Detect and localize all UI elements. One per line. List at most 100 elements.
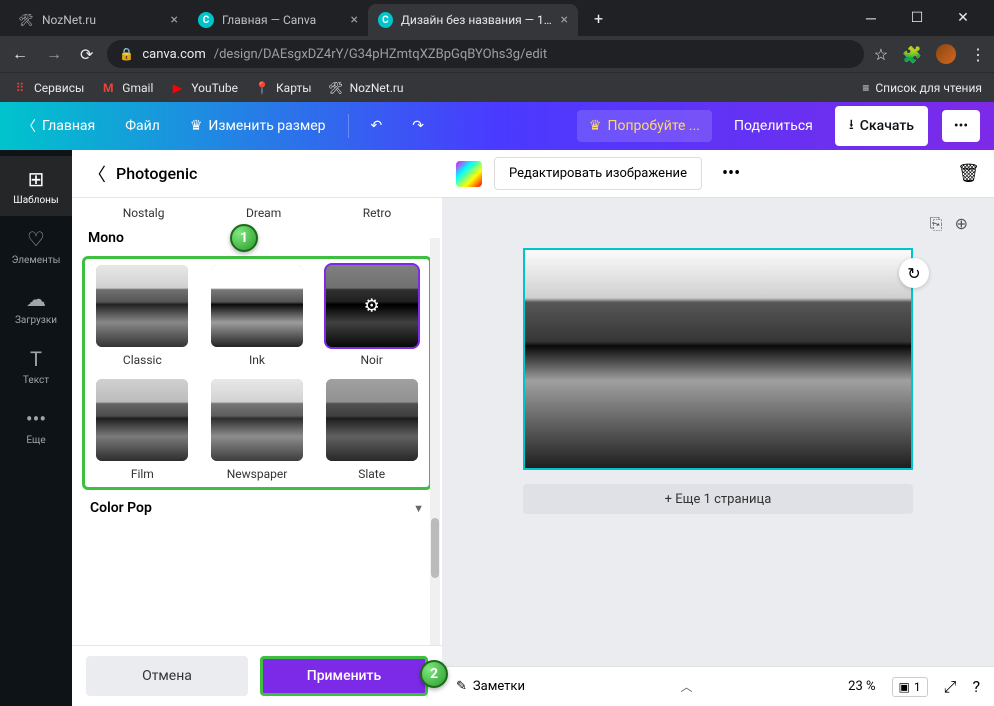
filter-noir[interactable]: ⚙ Noir: [320, 265, 423, 367]
filter-classic[interactable]: Classic: [91, 265, 194, 367]
list-icon: ≡: [862, 81, 869, 95]
share-button[interactable]: Поделиться: [726, 112, 821, 140]
crown-icon: ♛: [589, 118, 602, 134]
reload-button[interactable]: ⟳: [76, 41, 97, 68]
separator: [348, 114, 349, 138]
close-icon[interactable]: ×: [351, 12, 358, 28]
cloud-icon: ☁: [26, 287, 46, 311]
bookmark-apps[interactable]: ⠿ Сервисы: [12, 80, 84, 96]
chevron-up-icon[interactable]: ︿: [681, 678, 693, 695]
browser-addrbar: ← → ⟳ 🔒 canva.com/design/DAEsgxDZ4rY/G34…: [0, 36, 994, 72]
duplicate-page-icon[interactable]: ⎘: [930, 214, 943, 234]
tab-title: Главная — Canva: [222, 13, 316, 27]
pencil-icon: ✎: [456, 679, 467, 694]
filter-label: Retro: [363, 206, 391, 220]
canva-icon: C: [198, 12, 214, 28]
try-pro-button[interactable]: ♛ Попробуйте ...: [577, 110, 712, 142]
tab-title: NozNet.ru: [42, 13, 96, 27]
add-page-button[interactable]: + Еще 1 страница: [523, 484, 913, 514]
filter-ink[interactable]: Ink: [206, 265, 309, 367]
menu-icon[interactable]: ⋮: [970, 45, 986, 64]
browser-tab[interactable]: C Главная — Canva ×: [188, 4, 368, 36]
new-tab-button[interactable]: +: [586, 5, 611, 32]
cancel-button[interactable]: Отмена: [86, 656, 248, 696]
window-controls: ─ ☐ ✕: [848, 0, 986, 36]
panel-header: 〈 Photogenic: [72, 150, 442, 198]
undo-button[interactable]: ↶: [363, 112, 391, 140]
rail-text[interactable]: T Текст: [0, 336, 72, 396]
file-menu[interactable]: Файл: [117, 112, 168, 140]
back-icon[interactable]: 〈: [88, 161, 106, 187]
wrench-icon: 🛠: [328, 80, 344, 96]
url-domain: canva.com: [142, 47, 205, 62]
extension-icons: ☆ 🧩 ⋮: [874, 44, 986, 64]
rail-elements[interactable]: ♡ Элементы: [0, 216, 72, 276]
lock-icon: 🔒: [119, 47, 134, 61]
canva-icon: C: [378, 12, 393, 28]
bookmark-maps[interactable]: 📍 Карты: [254, 80, 312, 96]
filter-slate[interactable]: Slate: [320, 379, 423, 481]
edit-image-button[interactable]: Редактировать изображение: [494, 157, 702, 190]
browser-tab-active[interactable]: C Дизайн без названия — 1600 ×: [368, 4, 578, 36]
text-icon: T: [30, 347, 42, 371]
canvas-viewport[interactable]: ⎘ ⊕ ↻ + Еще 1 страница: [442, 198, 994, 666]
page-count[interactable]: ▣1: [892, 677, 928, 697]
scrollbar-track[interactable]: [430, 238, 440, 645]
page-image[interactable]: [525, 250, 911, 468]
extensions-icon[interactable]: 🧩: [902, 45, 922, 64]
colorpop-section[interactable]: Color Pop ▼: [82, 490, 432, 522]
wrench-icon: 🛠: [18, 12, 34, 28]
url-path: /design/DAEsgxDZ4rY/G34pHZmtqXZBpGqBYOhs…: [214, 47, 547, 62]
panel-footer: Отмена Применить 2: [72, 645, 442, 706]
notes-button[interactable]: ✎ Заметки: [456, 679, 525, 694]
chevron-down-icon: ▼: [413, 502, 424, 515]
bookmark-youtube[interactable]: ▶ YouTube: [169, 80, 238, 96]
bookmark-noznet[interactable]: 🛠 NozNet.ru: [328, 80, 404, 96]
forward-button[interactable]: →: [42, 40, 66, 68]
close-icon[interactable]: ×: [171, 12, 178, 28]
filter-label: Nostalg: [123, 206, 165, 220]
minimize-button[interactable]: ─: [848, 0, 894, 36]
resize-button[interactable]: ♛ Изменить размер: [182, 112, 334, 140]
star-icon[interactable]: ☆: [874, 45, 888, 64]
maps-icon: 📍: [254, 80, 270, 96]
download-button[interactable]: ⭳ Скачать: [835, 106, 928, 146]
zoom-level[interactable]: 23 %: [848, 679, 875, 694]
maximize-button[interactable]: ☐: [894, 0, 940, 36]
browser-tab[interactable]: 🛠 NozNet.ru ×: [8, 4, 188, 36]
rail-more[interactable]: ••• Еще: [0, 396, 72, 456]
home-button[interactable]: 〈 Главная: [14, 110, 103, 142]
close-icon[interactable]: ×: [561, 12, 568, 28]
back-button[interactable]: ←: [8, 40, 32, 68]
filter-newspaper[interactable]: Newspaper: [206, 379, 309, 481]
redo-button[interactable]: ↷: [404, 112, 432, 140]
context-more-button[interactable]: •••: [714, 159, 748, 188]
filter-film[interactable]: Film: [91, 379, 194, 481]
reading-list-button[interactable]: ≡ Список для чтения: [862, 81, 982, 95]
profile-avatar[interactable]: [936, 44, 956, 64]
download-icon: ⭳: [849, 114, 854, 138]
left-rail: ⊞ Шаблоны ♡ Элементы ☁ Загрузки T Текст …: [0, 150, 72, 706]
chevron-left-icon: 〈: [22, 116, 36, 136]
filter-label: Dream: [246, 206, 281, 220]
address-input[interactable]: 🔒 canva.com/design/DAEsgxDZ4rY/G34pHZmtq…: [107, 40, 863, 68]
bookmark-gmail[interactable]: M Gmail: [100, 80, 153, 96]
filter-grid: Classic Ink ⚙ Noir Film Newspaper: [82, 256, 432, 490]
design-page[interactable]: ↻: [523, 248, 913, 470]
more-menu-button[interactable]: •••: [942, 110, 980, 142]
rail-templates[interactable]: ⊞ Шаблоны: [0, 156, 72, 216]
close-window-button[interactable]: ✕: [940, 0, 986, 36]
gmail-icon: M: [100, 80, 116, 96]
rail-uploads[interactable]: ☁ Загрузки: [0, 276, 72, 336]
delete-button[interactable]: 🗑: [957, 163, 980, 184]
more-icon: •••: [26, 407, 46, 431]
canva-toolbar: 〈 Главная Файл ♛ Изменить размер ↶ ↷ ♛ П…: [0, 102, 994, 150]
color-picker-button[interactable]: [456, 161, 482, 187]
apply-button[interactable]: Применить: [260, 656, 428, 696]
rotate-handle[interactable]: ↻: [899, 258, 929, 288]
add-page-icon[interactable]: ⊕: [955, 214, 968, 234]
fullscreen-icon[interactable]: ⤢: [944, 677, 957, 697]
scrollbar-thumb[interactable]: [431, 518, 439, 578]
help-icon[interactable]: ?: [972, 677, 980, 696]
bottom-bar: ✎ Заметки ︿ 23 % ▣1 ⤢ ?: [442, 666, 994, 706]
